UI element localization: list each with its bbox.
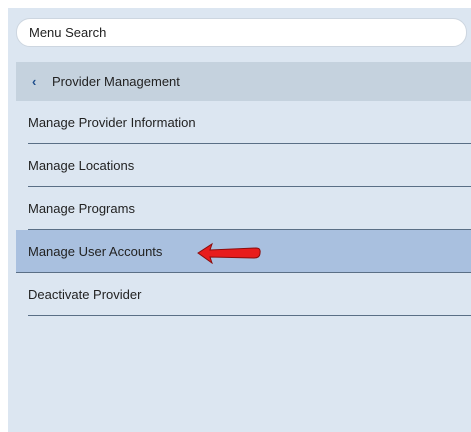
section-back-header[interactable]: ‹ Provider Management bbox=[16, 62, 471, 101]
menu-panel: ‹ Provider Management Manage Provider In… bbox=[8, 8, 471, 432]
chevron-left-icon[interactable]: ‹ bbox=[32, 75, 42, 88]
menu-item-label: Deactivate Provider bbox=[28, 286, 142, 302]
menu-item-label: Manage Provider Information bbox=[28, 114, 196, 130]
menu-item-label: Manage User Accounts bbox=[28, 243, 163, 259]
menu-item-deactivate-provider[interactable]: Deactivate Provider bbox=[28, 273, 471, 316]
menu-item-manage-locations[interactable]: Manage Locations bbox=[28, 144, 471, 187]
menu-item-label: Manage Locations bbox=[28, 157, 135, 173]
menu-item-manage-programs[interactable]: Manage Programs bbox=[28, 187, 471, 230]
menu-list: Manage Provider Information Manage Locat… bbox=[16, 101, 471, 316]
red-arrow-icon bbox=[197, 242, 261, 264]
menu-item-manage-provider-information[interactable]: Manage Provider Information bbox=[28, 101, 471, 144]
menu-item-label: Manage Programs bbox=[28, 200, 135, 216]
section-title: Provider Management bbox=[52, 74, 180, 89]
menu-search-input[interactable] bbox=[16, 18, 467, 47]
menu-item-manage-user-accounts[interactable]: Manage User Accounts bbox=[16, 230, 471, 273]
menu-search-container bbox=[16, 18, 467, 47]
